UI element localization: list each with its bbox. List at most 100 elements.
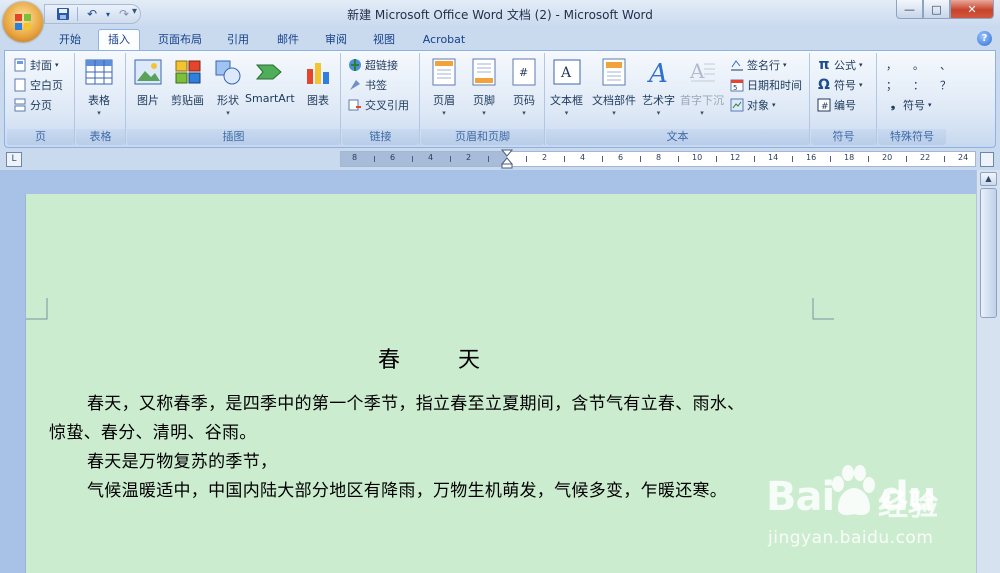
footer-icon (469, 57, 499, 87)
picture-button[interactable]: 图片 (133, 57, 163, 108)
symbol-semicolon[interactable]: ； (886, 77, 897, 93)
number-button[interactable]: # 编号 (817, 96, 856, 114)
ruler-number: 20 (882, 153, 893, 162)
office-button[interactable] (3, 2, 43, 42)
special-symbol-button[interactable]: ❟ 符号 ▾ (886, 96, 932, 114)
tab-mailings[interactable]: 邮件 (270, 30, 306, 50)
cross-reference-icon (348, 98, 362, 112)
tab-review[interactable]: 审阅 (318, 30, 354, 50)
svg-text:5: 5 (733, 84, 737, 92)
svg-text:A: A (560, 65, 572, 81)
special-symbols-row-2: ； ： ？ (886, 76, 951, 94)
symbol-comma[interactable]: ， (886, 57, 897, 73)
bookmark-icon (348, 78, 362, 92)
shapes-icon (213, 57, 243, 87)
ruler-number: 10 (692, 153, 703, 162)
crop-mark-top-left (26, 298, 48, 320)
footer-button[interactable]: 页脚 ▾ (469, 57, 499, 117)
horizontal-ruler[interactable]: 8 6 4 2 2 4 6 8 10 12 14 16 18 20 22 24 (340, 149, 976, 169)
ruler-tick (868, 156, 869, 162)
ruler-tick (716, 156, 717, 162)
ruler-tick (678, 156, 679, 162)
close-button[interactable]: ✕ (950, 0, 994, 19)
ruler-number: 14 (768, 153, 779, 162)
maximize-button[interactable]: □ (923, 0, 950, 19)
wordart-button[interactable]: A 艺术字 ▾ (642, 57, 675, 117)
symbol-button[interactable]: Ω 符号 ▾ (817, 76, 862, 94)
view-ruler-button[interactable] (980, 152, 994, 167)
crop-mark-top-right (812, 298, 834, 320)
date-time-button[interactable]: 5 日期和时间 (730, 76, 802, 94)
tab-selector[interactable]: L (6, 152, 22, 167)
ruler-tick (374, 156, 375, 162)
ruler-number: 6 (390, 153, 396, 162)
window-title: 新建 Microsoft Office Word 文档 (2) - Micros… (347, 8, 653, 22)
ruler-number: 6 (618, 153, 624, 162)
comma-icon: ❟ (890, 98, 896, 111)
chart-icon (303, 57, 333, 87)
indent-marker-icon[interactable] (501, 149, 513, 169)
page-number-icon: # (509, 57, 539, 87)
group-label-links: 链接 (342, 129, 419, 145)
group-symbols: π 公式 ▾ Ω 符号 ▾ # 编号 符号 (811, 53, 877, 145)
svg-text:#: # (519, 66, 528, 79)
group-label-text: 文本 (546, 129, 809, 145)
group-label-special-symbols: 特殊符号 (878, 129, 946, 145)
help-icon[interactable]: ? (977, 31, 992, 46)
clipart-icon (173, 57, 203, 87)
svg-text:A: A (647, 59, 668, 86)
special-symbols-row-1: ， 。 、 (886, 56, 951, 74)
tab-view[interactable]: 视图 (366, 30, 402, 50)
quick-parts-button[interactable]: 文档部件 ▾ (592, 57, 636, 117)
tab-references[interactable]: 引用 (220, 30, 256, 50)
ribbon-insert: 封面 ▾ 空白页 分页 页 表格 ▾ 表格 图片 剪贴画 形状 ▾ SmartA… (4, 50, 996, 148)
group-label-tables: 表格 (76, 129, 125, 145)
paragraph-line-2: 惊蛰、春分、清明、谷雨。 (49, 423, 257, 443)
clipart-button[interactable]: 剪贴画 (171, 57, 204, 108)
smartart-button[interactable]: SmartArt (245, 57, 295, 105)
object-icon (730, 98, 744, 112)
symbol-period[interactable]: 。 (913, 57, 924, 73)
dropcap-button[interactable]: A 首字下沉 ▾ (680, 57, 724, 117)
header-icon (429, 57, 459, 87)
symbol-question[interactable]: ？ (940, 77, 951, 93)
cover-page-button[interactable]: 封面 ▾ (13, 56, 59, 74)
header-button[interactable]: 页眉 ▾ (429, 57, 459, 117)
signature-line-button[interactable]: 签名行 ▾ (730, 56, 787, 74)
minimize-button[interactable]: — (896, 0, 923, 19)
ruler-tick (526, 156, 527, 162)
tab-acrobat[interactable]: Acrobat (414, 30, 474, 50)
page-break-button[interactable]: 分页 (13, 96, 52, 114)
paragraph-line-3: 春天是万物复苏的季节， (87, 452, 278, 472)
smartart-icon (255, 57, 285, 87)
shapes-button[interactable]: 形状 ▾ (213, 57, 243, 117)
group-label-header-footer: 页眉和页脚 (421, 129, 544, 145)
ruler-number: 24 (958, 153, 969, 162)
scroll-up-icon[interactable]: ▲ (980, 172, 997, 186)
picture-icon (133, 57, 163, 87)
blank-page-button[interactable]: 空白页 (13, 76, 63, 94)
textbox-button[interactable]: A 文本框 ▾ (550, 57, 583, 117)
ruler-tick (944, 156, 945, 162)
group-special-symbols: ， 。 、 ； ： ？ ❟ 符号 ▾ 特殊符号 (878, 53, 951, 145)
object-button[interactable]: 对象 ▾ (730, 96, 776, 114)
symbol-enum-comma[interactable]: 、 (940, 57, 951, 73)
table-button[interactable]: 表格 ▾ (84, 57, 114, 117)
tab-page-layout[interactable]: 页面布局 (148, 30, 212, 50)
group-pages: 封面 ▾ 空白页 分页 页 (7, 53, 75, 145)
cover-page-icon (13, 58, 27, 72)
group-illustrations: 图片 剪贴画 形状 ▾ SmartArt 图表 插图 (127, 53, 341, 145)
chart-button[interactable]: 图表 (303, 57, 333, 108)
ruler-number: 2 (542, 153, 548, 162)
equation-button[interactable]: π 公式 ▾ (817, 56, 862, 74)
cross-reference-button[interactable]: 交叉引用 (348, 96, 409, 114)
page-number-button[interactable]: # 页码 ▾ (509, 57, 539, 117)
title-bar: ↶ ▾ ↷ ▾ 新建 Microsoft Office Word 文档 (2) … (0, 0, 1000, 42)
scroll-thumb[interactable] (980, 188, 997, 318)
bookmark-button[interactable]: 书签 (348, 76, 387, 94)
dropcap-icon: A (687, 57, 717, 87)
symbol-colon[interactable]: ： (913, 77, 924, 93)
hyperlink-button[interactable]: 超链接 (348, 56, 398, 74)
tab-insert[interactable]: 插入 (98, 29, 140, 51)
tab-home[interactable]: 开始 (50, 30, 90, 50)
